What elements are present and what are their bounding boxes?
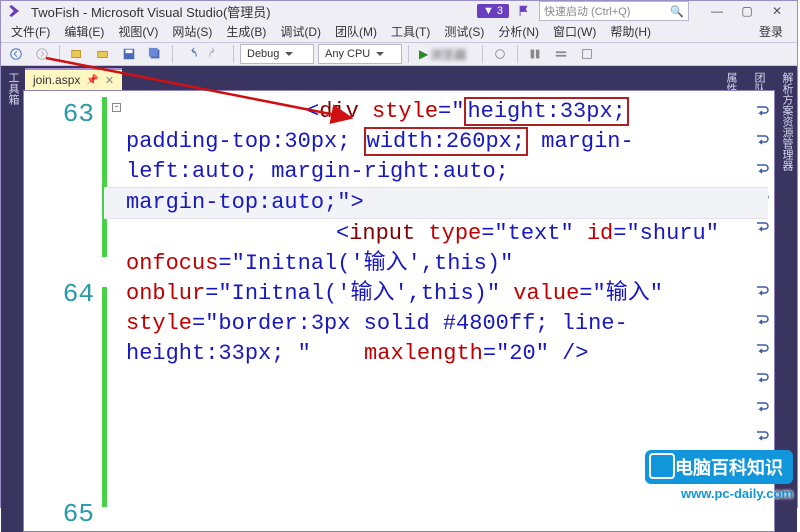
separator bbox=[517, 45, 518, 63]
menu-edit[interactable]: 编辑(E) bbox=[58, 21, 110, 42]
notification-count: 3 bbox=[497, 5, 503, 17]
quick-launch-input[interactable]: 快速启动 (Ctrl+Q) 🔍 bbox=[539, 1, 689, 21]
save-button[interactable] bbox=[118, 43, 140, 65]
val-margin-top: margin-top:auto;" bbox=[126, 190, 350, 215]
vs-logo-icon bbox=[7, 2, 25, 20]
undo-button[interactable] bbox=[179, 43, 201, 65]
menu-analyze[interactable]: 分析(N) bbox=[492, 21, 545, 42]
separator bbox=[59, 45, 60, 63]
feedback-flag-icon[interactable] bbox=[517, 4, 531, 18]
menu-view[interactable]: 视图(V) bbox=[112, 21, 164, 42]
watermark-url: www.pc-daily.com bbox=[681, 486, 793, 501]
close-angle: > bbox=[350, 190, 363, 215]
watermark-title: 电脑百科知识 bbox=[645, 450, 793, 484]
file-tab-label: join.aspx bbox=[33, 73, 80, 87]
hl-width: width:260px; bbox=[367, 129, 525, 154]
menu-file[interactable]: 文件(F) bbox=[5, 21, 56, 42]
watermark: 电脑百科知识 www.pc-daily.com bbox=[645, 450, 793, 501]
hl-height: height:33px; bbox=[467, 99, 625, 124]
menu-window[interactable]: 窗口(W) bbox=[547, 21, 602, 42]
tab-strip: join.aspx 📌 ✕ bbox=[23, 66, 775, 90]
save-all-button[interactable] bbox=[144, 43, 166, 65]
tag-input: input bbox=[349, 221, 415, 246]
menu-build[interactable]: 生成(B) bbox=[220, 21, 272, 42]
separator bbox=[172, 45, 173, 63]
play-icon: ▶ bbox=[419, 47, 428, 61]
tag-div: div bbox=[319, 99, 359, 124]
notification-badge[interactable]: ▼3 bbox=[477, 4, 509, 18]
titlebar: TwoFish - Microsoft Visual Studio(管理员) ▼… bbox=[1, 1, 797, 21]
new-project-button[interactable] bbox=[66, 43, 88, 65]
window-title: TwoFish - Microsoft Visual Studio(管理员) bbox=[31, 2, 477, 21]
menu-help[interactable]: 帮助(H) bbox=[604, 21, 657, 42]
toolbar-btn[interactable] bbox=[576, 43, 598, 65]
toolbar: Debug Any CPU ▶浏览器 bbox=[1, 42, 797, 66]
line-number: 64 bbox=[24, 277, 94, 307]
val-padding: padding-top:30px; bbox=[126, 129, 364, 154]
toolbar-btn[interactable] bbox=[524, 43, 546, 65]
menu-team[interactable]: 团队(M) bbox=[329, 21, 383, 42]
separator bbox=[408, 45, 409, 63]
nav-back-button[interactable] bbox=[5, 43, 27, 65]
config-value: Debug bbox=[247, 48, 279, 60]
close-button[interactable]: ✕ bbox=[763, 1, 791, 21]
separator bbox=[233, 45, 234, 63]
quick-launch-placeholder: 快速启动 (Ctrl+Q) bbox=[544, 3, 630, 19]
config-dropdown[interactable]: Debug bbox=[240, 44, 314, 64]
menu-tools[interactable]: 工具(T) bbox=[385, 21, 436, 42]
attr-style: style bbox=[372, 99, 438, 124]
run-button[interactable]: ▶浏览器 bbox=[415, 46, 476, 63]
search-icon: 🔍 bbox=[670, 5, 684, 18]
tab-close-button[interactable]: ✕ bbox=[105, 74, 114, 87]
menu-debug[interactable]: 调试(D) bbox=[274, 21, 327, 42]
platform-value: Any CPU bbox=[325, 48, 370, 60]
minimize-button[interactable]: — bbox=[703, 1, 731, 21]
file-tab-join[interactable]: join.aspx 📌 ✕ bbox=[25, 68, 122, 90]
menu-test[interactable]: 测试(S) bbox=[438, 21, 490, 42]
pin-icon[interactable]: 📌 bbox=[86, 75, 98, 86]
left-rail-toolbox[interactable]: 工具箱 bbox=[1, 66, 23, 532]
line-number: 63 bbox=[24, 97, 94, 127]
toolbar-btn[interactable] bbox=[550, 43, 572, 65]
toolbar-btn[interactable] bbox=[489, 43, 511, 65]
open-file-button[interactable] bbox=[92, 43, 114, 65]
redo-button[interactable] bbox=[205, 43, 227, 65]
menu-website[interactable]: 网站(S) bbox=[166, 21, 218, 42]
menubar: 文件(F) 编辑(E) 视图(V) 网站(S) 生成(B) 调试(D) 团队(M… bbox=[1, 21, 797, 42]
line-gutter: − 63 64 65 bbox=[24, 91, 104, 531]
platform-dropdown[interactable]: Any CPU bbox=[318, 44, 402, 64]
sign-in-button[interactable]: 登录 bbox=[749, 21, 793, 42]
separator bbox=[482, 45, 483, 63]
line-number: 65 bbox=[24, 497, 94, 531]
nav-fwd-button[interactable] bbox=[31, 43, 53, 65]
maximize-button[interactable]: ▢ bbox=[733, 1, 761, 21]
